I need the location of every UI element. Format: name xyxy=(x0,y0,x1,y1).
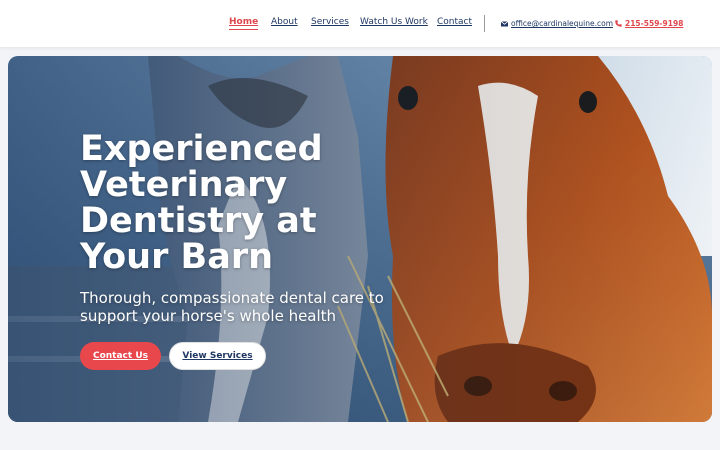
nav-home-link[interactable]: Home xyxy=(229,17,259,30)
nav-about-link[interactable]: About xyxy=(271,17,298,27)
nav-watch-us-work-link[interactable]: Watch Us Work xyxy=(360,17,428,27)
hero-subtitle: Thorough, compassionate dental care to s… xyxy=(80,289,384,325)
site-header: Home About Services Watch Us Work Contac… xyxy=(0,0,720,47)
view-services-button[interactable]: View Services xyxy=(169,342,266,370)
phone-text: 215-559-9198 xyxy=(625,19,684,28)
hero-section: Experienced Veterinary Dentistry at Your… xyxy=(8,56,712,422)
email-text: office@cardinalequine.com xyxy=(511,19,614,28)
nav-divider xyxy=(484,15,485,32)
nav-contact-link[interactable]: Contact xyxy=(437,17,472,27)
phone-icon xyxy=(615,19,622,29)
envelope-icon xyxy=(500,20,509,29)
phone-link[interactable]: 215-559-9198 xyxy=(615,19,683,29)
email-link[interactable]: office@cardinalequine.com xyxy=(500,19,614,29)
next-section-band xyxy=(0,430,720,450)
hero-title: Experienced Veterinary Dentistry at Your… xyxy=(80,129,323,277)
contact-us-button[interactable]: Contact Us xyxy=(80,342,161,370)
nav-services-link[interactable]: Services xyxy=(311,17,349,27)
